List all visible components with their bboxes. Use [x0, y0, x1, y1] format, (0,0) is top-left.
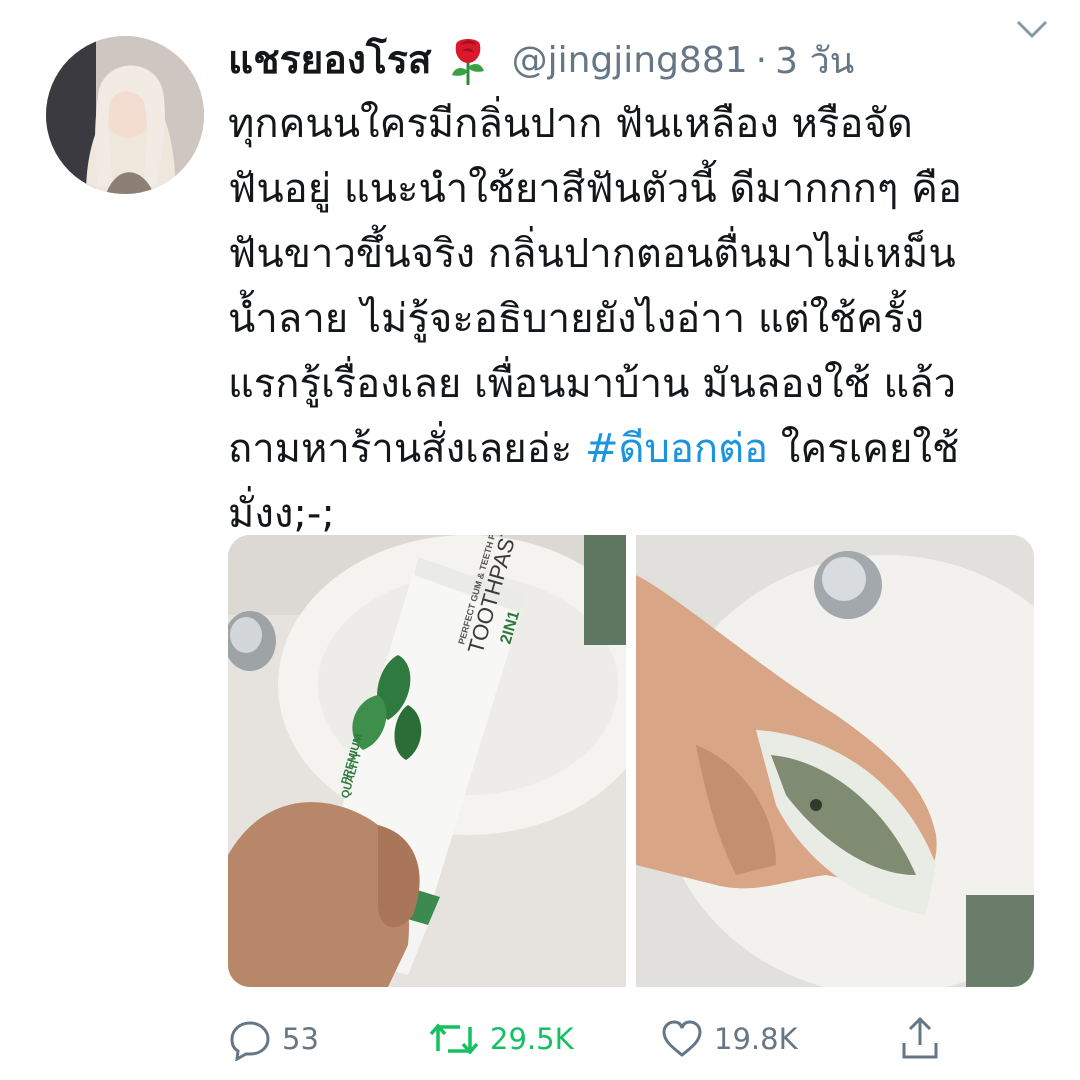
avatar[interactable] — [46, 36, 204, 194]
action-bar: 53 29.5K 19.8K — [228, 1008, 1028, 1070]
retweet-button[interactable]: 29.5K — [428, 1017, 660, 1061]
share-button[interactable] — [898, 1015, 978, 1063]
reply-button[interactable]: 53 — [228, 1017, 428, 1061]
text-before-hashtag: ถามหาร้านสั่งเลยอ่ะ — [228, 426, 585, 472]
tweet-text-line: น้ำลาย ไม่รู้จะอธิบายยังไงอ่าา แต่ใช้ครั… — [228, 296, 925, 342]
tweet-media: TOOTHPASTE 2IN1PERFECT GUM & TEETH PROTE… — [228, 535, 1034, 987]
chevron-down-icon[interactable] — [1014, 14, 1050, 42]
text-after-hashtag: ใครเคยใช้ — [768, 426, 960, 472]
avatar-image — [46, 36, 204, 194]
like-button[interactable]: 19.8K — [660, 1017, 874, 1061]
user-handle[interactable]: @jingjing881 — [512, 40, 748, 81]
like-count: 19.8K — [714, 1022, 798, 1056]
reply-icon — [230, 1021, 270, 1061]
heart-icon — [662, 1020, 702, 1057]
tweet-header: แชรยองโรส @jingjing881 · 3 วัน — [228, 30, 1048, 90]
display-name[interactable]: แชรยองโรส — [228, 29, 432, 91]
tweet-text-line: ฟันขาวขึ้นจริง กลิ่นปากตอนตื่นมาไม่เหม็น — [228, 231, 956, 277]
photo-toothpaste-tube[interactable]: TOOTHPASTE 2IN1PERFECT GUM & TEETH PROTE… — [228, 535, 626, 987]
tweet-text-line: ทุกคนนใครมีกลิ่นปาก ฟันเหลือง หรือจัด — [228, 101, 913, 147]
tweet-text-line-hashtag: ถามหาร้านสั่งเลยอ่ะ #ดีบอกต่อ ใครเคยใช้ — [228, 417, 1028, 482]
tweet-text-line: ฟันอยู่ แนะนำใช้ยาสีฟันตัวนี้ ดีมากกกๆ ค… — [228, 166, 962, 212]
share-icon — [902, 1016, 938, 1059]
retweet-icon — [429, 1023, 479, 1055]
tweet-time[interactable]: 3 วัน — [775, 32, 854, 89]
photo-squeezed-tube[interactable] — [636, 535, 1034, 987]
separator-dot: · — [755, 39, 768, 81]
retweet-count: 29.5K — [490, 1022, 574, 1056]
hashtag-link[interactable]: #ดีบอกต่อ — [585, 426, 768, 472]
tweet-text-line: แรกรู้เรื่องเลย เพื่อนมาบ้าน มันลองใช้ แ… — [228, 361, 957, 407]
reply-count: 53 — [282, 1022, 319, 1056]
rose-icon — [446, 35, 490, 85]
tweet-text: ทุกคนนใครมีกลิ่นปาก ฟันเหลือง หรือจัด ฟั… — [228, 92, 1028, 547]
tweet[interactable]: แชรยองโรส @jingjing881 · 3 วัน ทุกคนนใคร… — [0, 0, 1080, 1080]
